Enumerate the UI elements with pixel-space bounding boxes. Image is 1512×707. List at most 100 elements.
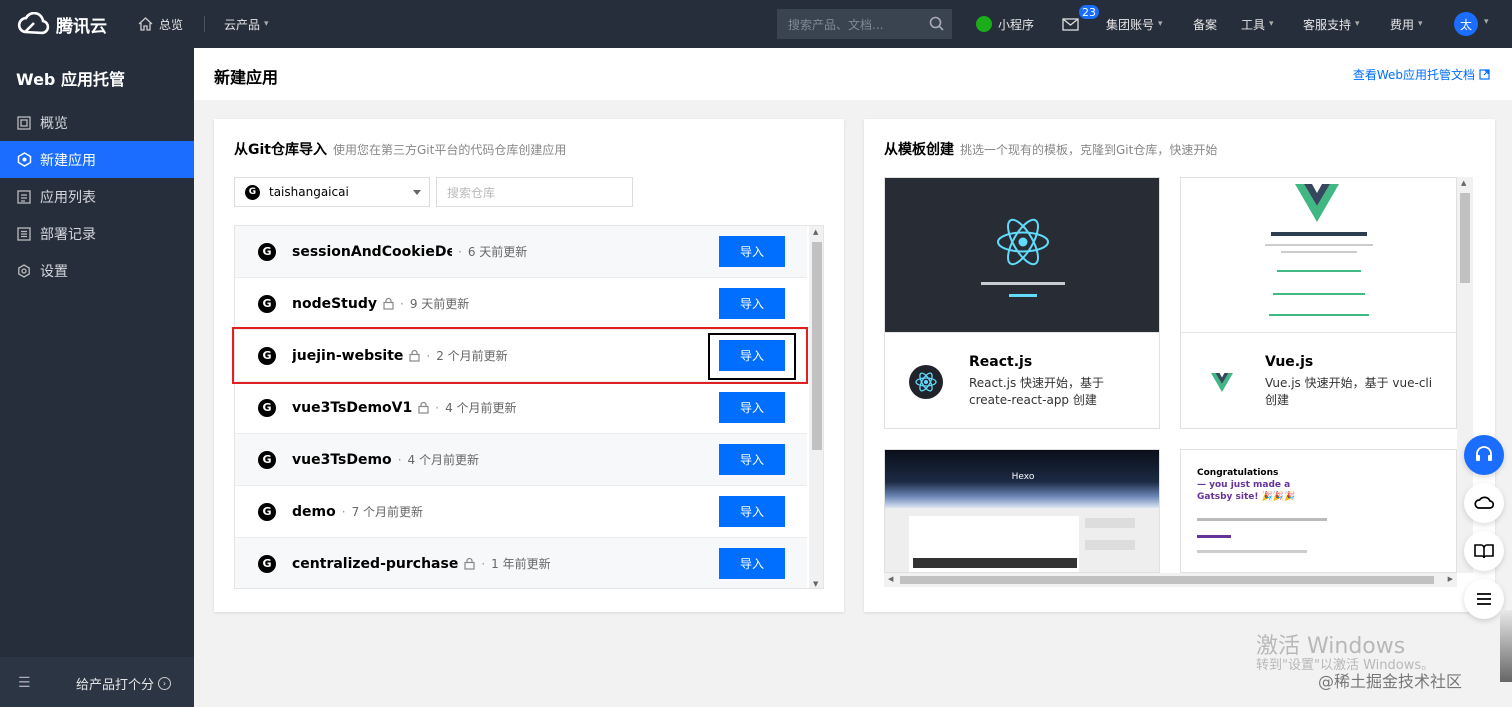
- nav-tools-label: 工具: [1241, 17, 1266, 32]
- brand-logo[interactable]: 腾讯云: [16, 0, 107, 48]
- separator-dot: ·: [397, 452, 402, 467]
- doc-link[interactable]: 查看Web应用托管文档: [1353, 66, 1490, 83]
- import-button[interactable]: 导入: [719, 288, 785, 319]
- collapse-sidebar-icon[interactable]: ☰: [18, 675, 31, 691]
- template-name: Vue.js: [1265, 354, 1314, 370]
- vue-preview-lines: [1281, 251, 1357, 253]
- repo-row: G demo · 7 个月前更新 导入: [235, 486, 807, 538]
- repo-updated-time: 4 个月前更新: [407, 453, 479, 467]
- gatsby-heading: Congratulations: [1197, 468, 1279, 478]
- template-description: React.js 快速开始，基于 create-react-app 创建: [969, 376, 1105, 407]
- sidebar-item-label: 概览: [40, 115, 68, 132]
- github-icon: G: [258, 450, 276, 469]
- vue-preview-lines: [1265, 244, 1373, 246]
- chevron-down-icon: [413, 190, 421, 195]
- github-icon: G: [258, 398, 276, 417]
- git-account-select[interactable]: G taishangaicai: [234, 177, 430, 207]
- scrollbar-thumb[interactable]: [1460, 193, 1470, 283]
- github-icon: G: [245, 184, 260, 200]
- template-card-title: 从模板创建: [884, 142, 954, 158]
- nav-tools[interactable]: 工具 ▾: [1241, 0, 1274, 48]
- repo-updated-time: 4 个月前更新: [445, 401, 517, 415]
- github-icon: G: [258, 554, 276, 573]
- chevron-down-icon: ▾: [1484, 17, 1489, 27]
- list-icon: [16, 189, 32, 205]
- react-logo-icon: [997, 218, 1049, 266]
- repo-list-scrollbar[interactable]: ▲ ▼: [809, 226, 823, 588]
- scrollbar-thumb[interactable]: [812, 242, 822, 450]
- scrollbar-thumb[interactable]: [900, 576, 1434, 584]
- nav-miniprogram[interactable]: 小程序: [976, 0, 1034, 48]
- react-preview-text: [981, 282, 1065, 285]
- nav-products[interactable]: 云产品 ▾: [224, 0, 269, 48]
- avatar[interactable]: 太: [1454, 12, 1478, 36]
- scroll-up-icon[interactable]: ▲: [1461, 179, 1466, 187]
- nav-home[interactable]: 总览: [138, 0, 183, 48]
- chevron-down-icon: ▾: [1269, 19, 1274, 29]
- repo-search-input[interactable]: 搜索仓库: [436, 177, 633, 207]
- docs-button[interactable]: [1464, 531, 1504, 571]
- sidebar-item-deploy-log[interactable]: 部署记录: [0, 215, 194, 252]
- headset-icon: [1476, 446, 1492, 461]
- nav-filing-label: 备案: [1193, 17, 1218, 32]
- template-hexo[interactable]: Hexo: [884, 449, 1160, 573]
- chevron-down-icon: ▾: [1158, 19, 1163, 29]
- template-react[interactable]: React.js React.js 快速开始，基于 create-react-a…: [884, 177, 1160, 429]
- import-button[interactable]: 导入: [719, 496, 785, 527]
- vue-preview-links: [1277, 270, 1361, 272]
- separator-dot: ·: [435, 400, 440, 415]
- import-button[interactable]: 导入: [719, 548, 785, 579]
- scroll-up-icon[interactable]: ▲: [813, 228, 818, 236]
- template-card-subtitle: 挑选一个现有的模板，克隆到Git仓库，快速开始: [960, 143, 1218, 157]
- nav-miniprogram-label: 小程序: [998, 17, 1035, 32]
- sidebar-item-settings[interactable]: 设置: [0, 252, 194, 289]
- repo-name: centralized-purchase: [292, 555, 459, 572]
- sidebar-item-new-app[interactable]: 新建应用: [0, 141, 194, 178]
- repo-row: G vue3TsDemoV1 · 4 个月前更新 导入: [235, 382, 807, 434]
- template-gatsby[interactable]: Congratulations — you just made a Gatsby…: [1180, 449, 1457, 573]
- sidebar-item-app-list[interactable]: 应用列表: [0, 178, 194, 215]
- separator-dot: ·: [400, 296, 404, 311]
- menu-button[interactable]: [1464, 579, 1504, 619]
- new-app-icon: [16, 152, 32, 168]
- cloud-logo-icon: [17, 12, 50, 35]
- nav-messages[interactable]: [1062, 0, 1079, 48]
- github-icon: G: [258, 294, 276, 313]
- repo-updated-time: 9 天前更新: [409, 297, 470, 311]
- import-button[interactable]: 导入: [719, 444, 785, 475]
- vue-preview-links: [1269, 314, 1369, 316]
- nav-account[interactable]: 集团账号 ▾: [1106, 0, 1163, 48]
- community-button[interactable]: [1464, 483, 1504, 523]
- home-icon: [138, 17, 153, 31]
- import-button[interactable]: 导入: [719, 236, 785, 267]
- template-vue[interactable]: Vue.js Vue.js 快速开始，基于 vue-cli 创建: [1180, 177, 1457, 429]
- repo-row: G vue3TsDemo · 4 个月前更新 导入: [235, 434, 807, 486]
- overview-icon: [16, 115, 32, 131]
- nav-account-label: 集团账号: [1106, 17, 1155, 32]
- nav-filing[interactable]: 备案: [1193, 0, 1217, 48]
- repo-name: vue3TsDemoV1: [292, 399, 413, 416]
- sidebar: Web 应用托管 概览 新建应用 应用列表 部署记录 设置 ☰ 给产品打个分 ›: [0, 48, 194, 707]
- git-import-card: 从Git仓库导入 使用您在第三方Git平台的代码仓库创建应用 G taishan…: [214, 119, 844, 612]
- scroll-right-icon[interactable]: ▶: [1448, 575, 1453, 583]
- nav-support-label: 客服支持: [1303, 17, 1352, 32]
- scroll-down-icon[interactable]: ▼: [813, 580, 818, 588]
- react-icon: [909, 365, 943, 399]
- repo-name: demo: [292, 503, 336, 520]
- template-horizontal-scrollbar[interactable]: ◀ ▶: [884, 573, 1457, 587]
- rate-product-link[interactable]: 给产品打个分 ›: [76, 674, 172, 693]
- repo-row: G sessionAndCookieDe... · 6 天前更新 导入: [235, 226, 807, 278]
- sidebar-item-label: 部署记录: [40, 226, 96, 243]
- nav-support[interactable]: 客服支持 ▾: [1303, 0, 1360, 48]
- search-icon[interactable]: [929, 16, 944, 31]
- customer-service-button[interactable]: [1464, 435, 1504, 475]
- import-button[interactable]: 导入: [719, 392, 785, 423]
- nav-home-label: 总览: [159, 17, 184, 32]
- nav-billing[interactable]: 费用 ▾: [1390, 0, 1423, 48]
- repo-updated-time: 7 个月前更新: [351, 505, 424, 519]
- sidebar-item-overview[interactable]: 概览: [0, 104, 194, 141]
- template-description: Vue.js 快速开始，基于 vue-cli 创建: [1265, 376, 1433, 407]
- search-input[interactable]: 搜索产品、文档...: [777, 9, 952, 39]
- scroll-left-icon[interactable]: ◀: [888, 575, 893, 583]
- git-card-header: 从Git仓库导入 使用您在第三方Git平台的代码仓库创建应用: [234, 139, 566, 159]
